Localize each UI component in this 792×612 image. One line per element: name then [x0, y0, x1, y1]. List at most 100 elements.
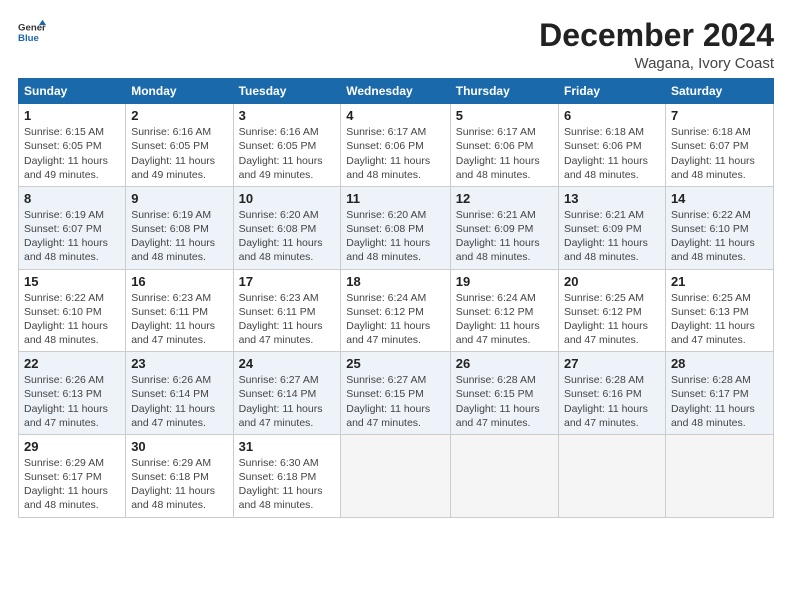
- calendar-day-cell: 6Sunrise: 6:18 AMSunset: 6:06 PMDaylight…: [558, 104, 665, 187]
- calendar-day-cell: 1 Sunrise: 6:15 AMSunset: 6:05 PMDaylight…: [19, 104, 126, 187]
- svg-text:Blue: Blue: [18, 33, 39, 44]
- weekday-header-cell: Saturday: [665, 79, 773, 104]
- day-number: 26: [456, 356, 553, 371]
- calendar-day-cell: 18Sunrise: 6:24 AMSunset: 6:12 PMDayligh…: [341, 269, 450, 352]
- calendar-day-cell: 9 Sunrise: 6:19 AMSunset: 6:08 PMDaylight…: [126, 186, 233, 269]
- weekday-header-cell: Sunday: [19, 79, 126, 104]
- day-number: 21: [671, 274, 768, 289]
- day-number: 25: [346, 356, 444, 371]
- calendar-day-cell: 14Sunrise: 6:22 AMSunset: 6:10 PMDayligh…: [665, 186, 773, 269]
- day-info: Sunrise: 6:21 AMSunset: 6:09 PMDaylight:…: [564, 208, 660, 265]
- calendar-day-cell: 28 Sunrise: 6:28 AMSunset: 6:17 PMDayligh…: [665, 352, 773, 435]
- calendar-day-cell: 23Sunrise: 6:26 AMSunset: 6:14 PMDayligh…: [126, 352, 233, 435]
- calendar-day-cell: 10 Sunrise: 6:20 AMSunset: 6:08 PMDayligh…: [233, 186, 341, 269]
- day-number: 22: [24, 356, 120, 371]
- calendar-day-cell: 8Sunrise: 6:19 AMSunset: 6:07 PMDaylight…: [19, 186, 126, 269]
- day-number: 4: [346, 108, 444, 123]
- calendar-day-cell: 21 Sunrise: 6:25 AMSunset: 6:13 PMDayligh…: [665, 269, 773, 352]
- day-info: Sunrise: 6:25 AMSunset: 6:13 PMDaylight:…: [671, 291, 768, 348]
- weekday-header-cell: Friday: [558, 79, 665, 104]
- day-number: 16: [131, 274, 227, 289]
- day-number: 8: [24, 191, 120, 206]
- day-info: Sunrise: 6:24 AMSunset: 6:12 PMDaylight:…: [456, 291, 553, 348]
- day-info: Sunrise: 6:23 AMSunset: 6:11 PMDaylight:…: [131, 291, 227, 348]
- day-number: 23: [131, 356, 227, 371]
- calendar-day-cell: 12Sunrise: 6:21 AMSunset: 6:09 PMDayligh…: [450, 186, 558, 269]
- calendar-day-cell: 2Sunrise: 6:16 AMSunset: 6:05 PMDaylight…: [126, 104, 233, 187]
- day-number: 14: [671, 191, 768, 206]
- logo: General Blue: [18, 18, 46, 46]
- day-number: 13: [564, 191, 660, 206]
- calendar-day-cell: 4 Sunrise: 6:17 AMSunset: 6:06 PMDaylight…: [341, 104, 450, 187]
- calendar-day-cell: 31 Sunrise: 6:30 AMSunset: 6:18 PMDayligh…: [233, 434, 341, 517]
- day-number: 20: [564, 274, 660, 289]
- day-number: 10: [239, 191, 336, 206]
- weekday-header-cell: Wednesday: [341, 79, 450, 104]
- weekday-header-cell: Monday: [126, 79, 233, 104]
- calendar-day-cell: [665, 434, 773, 517]
- day-number: 30: [131, 439, 227, 454]
- day-info: Sunrise: 6:16 AMSunset: 6:05 PMDaylight:…: [239, 125, 336, 182]
- day-number: 1: [24, 108, 120, 123]
- day-number: 15: [24, 274, 120, 289]
- logo-icon: General Blue: [18, 18, 46, 46]
- day-number: 18: [346, 274, 444, 289]
- calendar-day-cell: 7Sunrise: 6:18 AMSunset: 6:07 PMDaylight…: [665, 104, 773, 187]
- day-info: Sunrise: 6:25 AMSunset: 6:12 PMDaylight:…: [564, 291, 660, 348]
- calendar-week-row: 1 Sunrise: 6:15 AMSunset: 6:05 PMDaylight…: [19, 104, 774, 187]
- day-info: Sunrise: 6:17 AMSunset: 6:06 PMDaylight:…: [456, 125, 553, 182]
- calendar-day-cell: [450, 434, 558, 517]
- calendar-day-cell: 22 Sunrise: 6:26 AMSunset: 6:13 PMDayligh…: [19, 352, 126, 435]
- calendar-day-cell: 25 Sunrise: 6:27 AMSunset: 6:15 PMDayligh…: [341, 352, 450, 435]
- day-info: Sunrise: 6:22 AMSunset: 6:10 PMDaylight:…: [24, 291, 120, 348]
- day-number: 17: [239, 274, 336, 289]
- calendar-week-row: 8Sunrise: 6:19 AMSunset: 6:07 PMDaylight…: [19, 186, 774, 269]
- calendar-day-cell: 27 Sunrise: 6:28 AMSunset: 6:16 PMDayligh…: [558, 352, 665, 435]
- day-info: Sunrise: 6:17 AMSunset: 6:06 PMDaylight:…: [346, 125, 444, 182]
- calendar-day-cell: 15 Sunrise: 6:22 AMSunset: 6:10 PMDayligh…: [19, 269, 126, 352]
- day-info: Sunrise: 6:29 AMSunset: 6:18 PMDaylight:…: [131, 456, 227, 513]
- day-number: 31: [239, 439, 336, 454]
- day-info: Sunrise: 6:28 AMSunset: 6:17 PMDaylight:…: [671, 373, 768, 430]
- day-info: Sunrise: 6:19 AMSunset: 6:08 PMDaylight:…: [131, 208, 227, 265]
- month-title: December 2024: [539, 18, 774, 53]
- day-number: 27: [564, 356, 660, 371]
- day-info: Sunrise: 6:15 AMSunset: 6:05 PMDaylight:…: [24, 125, 120, 182]
- day-info: Sunrise: 6:29 AMSunset: 6:17 PMDaylight:…: [24, 456, 120, 513]
- calendar-page: General Blue December 2024 Wagana, Ivory…: [0, 0, 792, 612]
- subtitle: Wagana, Ivory Coast: [539, 55, 774, 72]
- calendar-day-cell: 20 Sunrise: 6:25 AMSunset: 6:12 PMDayligh…: [558, 269, 665, 352]
- calendar-day-cell: 16 Sunrise: 6:23 AMSunset: 6:11 PMDayligh…: [126, 269, 233, 352]
- calendar-day-cell: [558, 434, 665, 517]
- day-info: Sunrise: 6:20 AMSunset: 6:08 PMDaylight:…: [239, 208, 336, 265]
- title-block: December 2024 Wagana, Ivory Coast: [539, 18, 774, 72]
- calendar-body: 1 Sunrise: 6:15 AMSunset: 6:05 PMDaylight…: [19, 104, 774, 517]
- day-number: 9: [131, 191, 227, 206]
- header: General Blue December 2024 Wagana, Ivory…: [18, 18, 774, 72]
- day-info: Sunrise: 6:27 AMSunset: 6:14 PMDaylight:…: [239, 373, 336, 430]
- day-number: 19: [456, 274, 553, 289]
- day-number: 28: [671, 356, 768, 371]
- calendar-day-cell: 3 Sunrise: 6:16 AMSunset: 6:05 PMDaylight…: [233, 104, 341, 187]
- calendar-day-cell: 13 Sunrise: 6:21 AMSunset: 6:09 PMDayligh…: [558, 186, 665, 269]
- day-info: Sunrise: 6:28 AMSunset: 6:15 PMDaylight:…: [456, 373, 553, 430]
- day-info: Sunrise: 6:27 AMSunset: 6:15 PMDaylight:…: [346, 373, 444, 430]
- day-number: 29: [24, 439, 120, 454]
- day-number: 24: [239, 356, 336, 371]
- day-number: 7: [671, 108, 768, 123]
- calendar-week-row: 15 Sunrise: 6:22 AMSunset: 6:10 PMDayligh…: [19, 269, 774, 352]
- calendar-week-row: 29 Sunrise: 6:29 AMSunset: 6:17 PMDayligh…: [19, 434, 774, 517]
- day-number: 6: [564, 108, 660, 123]
- day-number: 3: [239, 108, 336, 123]
- day-info: Sunrise: 6:26 AMSunset: 6:13 PMDaylight:…: [24, 373, 120, 430]
- calendar-day-cell: 17Sunrise: 6:23 AMSunset: 6:11 PMDayligh…: [233, 269, 341, 352]
- weekday-header-cell: Thursday: [450, 79, 558, 104]
- day-number: 5: [456, 108, 553, 123]
- day-info: Sunrise: 6:30 AMSunset: 6:18 PMDaylight:…: [239, 456, 336, 513]
- calendar-day-cell: [341, 434, 450, 517]
- day-number: 12: [456, 191, 553, 206]
- day-number: 11: [346, 191, 444, 206]
- calendar-table: SundayMondayTuesdayWednesdayThursdayFrid…: [18, 78, 774, 517]
- day-info: Sunrise: 6:28 AMSunset: 6:16 PMDaylight:…: [564, 373, 660, 430]
- calendar-day-cell: 19 Sunrise: 6:24 AMSunset: 6:12 PMDayligh…: [450, 269, 558, 352]
